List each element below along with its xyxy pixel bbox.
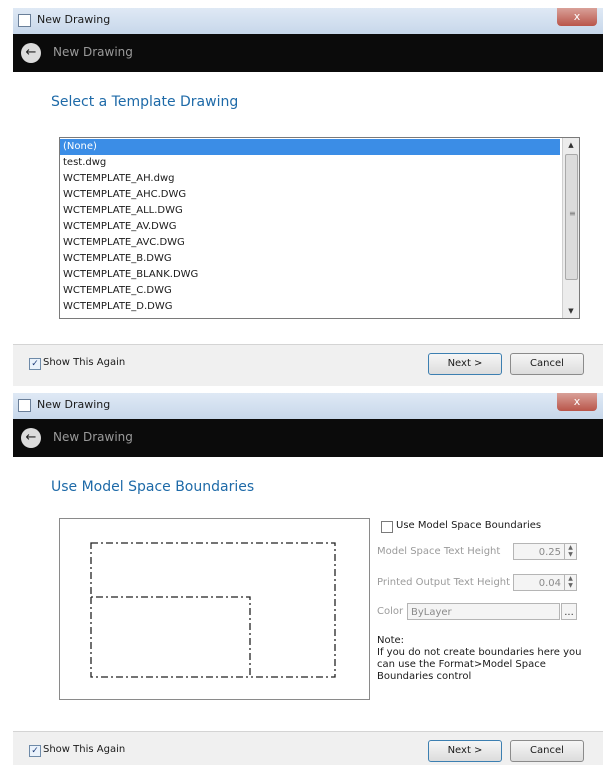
window-title: New Drawing	[37, 398, 111, 411]
template-list-item[interactable]: test.dwg	[60, 155, 560, 171]
cancel-button[interactable]: Cancel	[510, 740, 584, 762]
nav-title: New Drawing	[53, 430, 133, 444]
new-drawing-dialog-boundaries: New Drawing x ← New Drawing Use Model Sp…	[13, 393, 603, 765]
use-boundaries-checkbox[interactable]	[381, 521, 393, 533]
dialog-footer: ✓ Show This Again Next > Cancel	[13, 345, 603, 385]
window-title: New Drawing	[37, 13, 111, 26]
template-list-item[interactable]: WCTEMPLATE_B.DWG	[60, 251, 560, 267]
color-picker-button[interactable]: ...	[561, 603, 577, 620]
note: Note: If you do not create boundaries he…	[377, 635, 587, 683]
content-panel: Use Model Space Boundaries Use Model Spa…	[13, 457, 603, 732]
model-text-height-input[interactable]: 0.25 ▲ ▼	[513, 543, 577, 560]
template-list-item[interactable]: WCTEMPLATE_AV.DWG	[60, 219, 560, 235]
model-text-height-value: 0.25	[538, 547, 561, 558]
close-button[interactable]: x	[557, 8, 597, 26]
model-text-height-spinner[interactable]: ▲ ▼	[564, 544, 576, 559]
back-arrow-icon[interactable]: ←	[21, 428, 41, 448]
template-list-item[interactable]: WCTEMPLATE_AVC.DWG	[60, 235, 560, 251]
printed-text-height-input[interactable]: 0.04 ▲ ▼	[513, 574, 577, 591]
use-boundaries-label: Use Model Space Boundaries	[396, 520, 542, 531]
scroll-up-icon[interactable]: ▲	[563, 138, 579, 152]
nav-bar: ← New Drawing	[13, 419, 603, 457]
inner-boundary	[90, 597, 250, 678]
page-title: Select a Template Drawing	[51, 94, 239, 110]
template-list-item[interactable]: (None)	[60, 139, 560, 155]
template-list-item[interactable]: WCTEMPLATE_C.DWG	[60, 283, 560, 299]
boundary-preview-drawing	[90, 542, 336, 678]
close-button[interactable]: x	[557, 393, 597, 411]
content-panel: Select a Template Drawing (None) test.dwg…	[13, 72, 603, 345]
scroll-grip-icon: ≡	[569, 209, 576, 218]
template-list-item[interactable]: WCTEMPLATE_D.DWG	[60, 299, 560, 315]
next-button[interactable]: Next >	[428, 353, 502, 375]
scroll-down-icon[interactable]: ▼	[563, 304, 579, 318]
color-select[interactable]: ByLayer	[407, 603, 560, 620]
note-body: If you do not create boundaries here you…	[377, 647, 582, 682]
show-again-label: Show This Again	[43, 744, 126, 755]
title-bar: New Drawing x	[13, 8, 603, 35]
template-list-item[interactable]: WCTEMPLATE_BLANK.DWG	[60, 267, 560, 283]
template-list-item[interactable]: WCTEMPLATE_ALL.DWG	[60, 203, 560, 219]
app-icon	[18, 14, 31, 27]
template-list[interactable]: (None) test.dwg WCTEMPLATE_AH.dwg WCTEMPLAT…	[59, 137, 580, 319]
color-label: Color	[377, 606, 404, 617]
dialog-footer: ✓ Show This Again Next > Cancel	[13, 732, 603, 772]
show-again-checkbox[interactable]: ✓	[29, 358, 41, 370]
list-scrollbar[interactable]: ▲ ≡ ▼	[562, 138, 579, 318]
back-arrow-icon[interactable]: ←	[21, 43, 41, 63]
template-list-item[interactable]: WCTEMPLATE_AHC.DWG	[60, 187, 560, 203]
boundary-preview	[59, 518, 370, 700]
cancel-button[interactable]: Cancel	[510, 353, 584, 375]
outer-boundary	[90, 542, 336, 678]
note-title: Note:	[377, 635, 405, 646]
page-title: Use Model Space Boundaries	[51, 479, 255, 495]
title-bar: New Drawing x	[13, 393, 603, 420]
app-icon	[18, 399, 31, 412]
next-button[interactable]: Next >	[428, 740, 502, 762]
nav-title: New Drawing	[53, 45, 133, 59]
nav-bar: ← New Drawing	[13, 34, 603, 72]
printed-text-height-spinner[interactable]: ▲ ▼	[564, 575, 576, 590]
model-text-height-label: Model Space Text Height	[377, 546, 501, 557]
show-again-checkbox[interactable]: ✓	[29, 745, 41, 757]
template-list-item[interactable]: WCTEMPLATE_AH.dwg	[60, 171, 560, 187]
printed-text-height-label: Printed Output Text Height	[377, 577, 511, 588]
printed-text-height-value: 0.04	[538, 578, 561, 589]
new-drawing-dialog-template: New Drawing x ← New Drawing Select a Tem…	[13, 8, 603, 386]
show-again-label: Show This Again	[43, 357, 126, 368]
